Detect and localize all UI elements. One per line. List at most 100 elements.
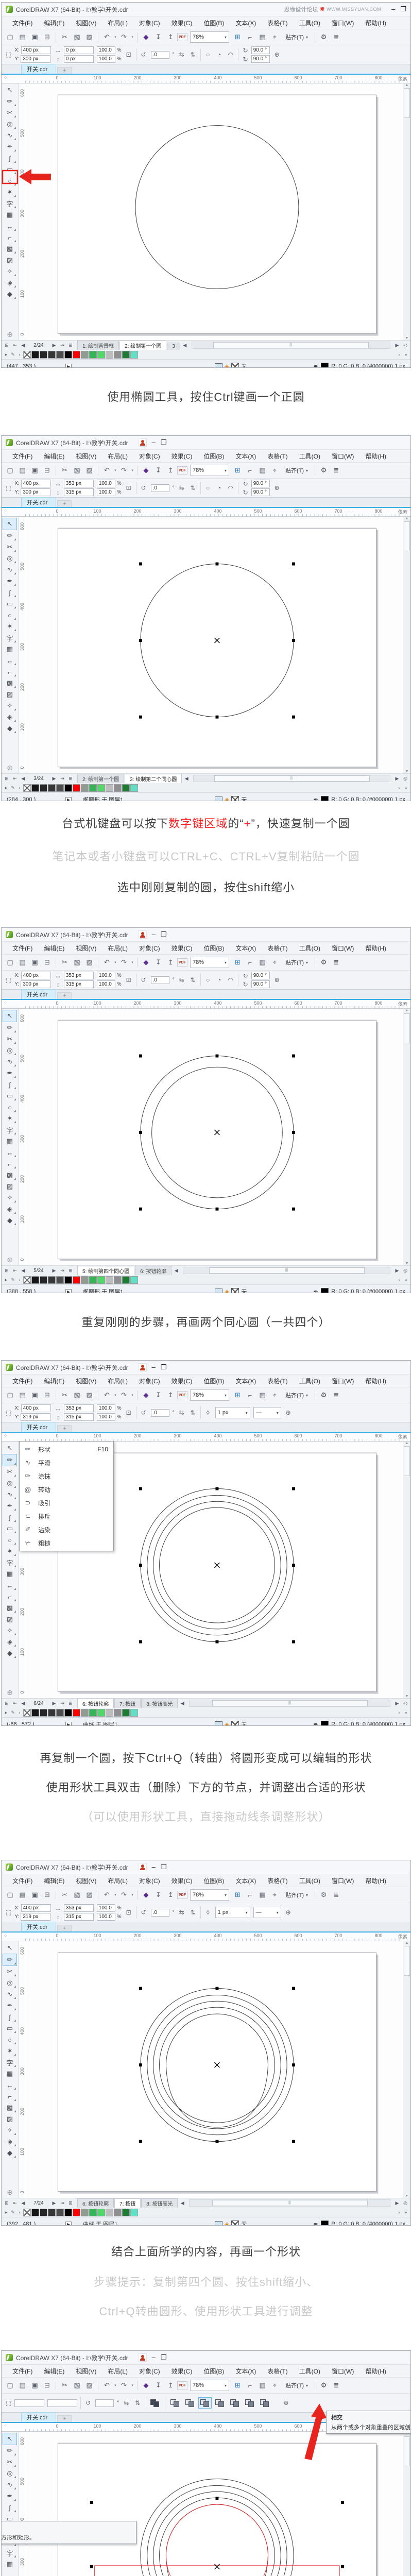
more-options-icon[interactable]: ⊕ <box>273 51 281 58</box>
arc-mode-icon[interactable]: ◠ <box>227 484 235 492</box>
smart-fill-tool[interactable]: ◈ <box>3 711 16 723</box>
color-swatch-none[interactable] <box>23 2208 31 2216</box>
show-rulers-icon[interactable]: ⌐ <box>244 465 256 476</box>
zoom-level-combo[interactable]: 78% ▾ <box>190 465 229 476</box>
rotation-angle-input[interactable]: .0 <box>150 484 169 492</box>
shape-tool[interactable]: ✏ <box>3 1954 17 1966</box>
flyout-menu-item[interactable]: ✃ 粗糙 <box>20 1536 113 1550</box>
color-swatch-1[interactable] <box>40 1708 47 1717</box>
color-swatch-8[interactable] <box>97 784 105 792</box>
scale-x-input[interactable]: 100.0 <box>96 480 115 487</box>
open-file-icon[interactable]: ▤ <box>16 31 28 43</box>
scroll-right-icon[interactable]: ▶ <box>393 1268 401 1274</box>
y-position-input[interactable] <box>47 2399 78 2407</box>
maximize-button[interactable]: ❐ <box>161 1863 167 1871</box>
tab-scroll-left-icon[interactable]: ◀ <box>179 1701 186 1706</box>
minimize-button[interactable]: – <box>152 1863 156 1871</box>
menu-item-8[interactable]: 表格(T) <box>262 1377 293 1385</box>
undo-icon[interactable]: ↶ <box>101 1389 113 1401</box>
copy-icon[interactable]: ▧ <box>71 1889 83 1901</box>
undo-options-icon[interactable]: ▾ <box>113 1389 117 1401</box>
color-swatch-11[interactable] <box>122 1708 130 1717</box>
customize-icon[interactable]: ≣ <box>330 465 342 476</box>
customize-icon[interactable]: ≣ <box>330 1389 342 1401</box>
zoom-to-fit-icon[interactable]: ◎ <box>402 2200 409 2206</box>
zoom-level-combo[interactable]: 78% ▾ <box>190 31 229 43</box>
snap-to-menu[interactable]: 贴齐(T) ▾ <box>281 958 312 967</box>
menu-item-2[interactable]: 视图(V) <box>70 2367 102 2376</box>
palette-scroll-left-icon[interactable]: ‹ <box>16 352 23 357</box>
undo-icon[interactable]: ↶ <box>101 2380 113 2391</box>
new-document-tab-button[interactable]: + <box>57 1425 72 1432</box>
mirror-horizontal-icon[interactable]: ⇆ <box>178 1409 186 1416</box>
undo-options-icon[interactable]: ▾ <box>113 1889 117 1901</box>
mirror-vertical-icon[interactable]: ⇅ <box>189 484 197 492</box>
open-file-icon[interactable]: ▤ <box>16 1389 28 1401</box>
maximize-button[interactable]: ❐ <box>161 439 167 446</box>
color-swatch-10[interactable] <box>114 784 122 792</box>
application-launcher-icon[interactable]: ◆ <box>140 1889 152 1901</box>
mirror-horizontal-icon[interactable]: ⇆ <box>178 51 186 58</box>
save-file-icon[interactable]: ▣ <box>29 957 41 968</box>
status-flyout-icon[interactable]: ▶ <box>65 2221 72 2225</box>
zoom-tool[interactable]: ◎ <box>3 118 16 130</box>
pie-mode-icon[interactable]: ◔ <box>215 51 224 58</box>
palette-expand-icon[interactable]: » <box>403 785 409 790</box>
add-tool-icon[interactable]: ⊕ <box>3 329 16 340</box>
user-account-icon[interactable] <box>138 438 147 447</box>
x-position-input[interactable]: 400 px <box>21 480 51 487</box>
color-swatch-4[interactable] <box>64 1276 72 1284</box>
cut-icon[interactable]: ✂ <box>59 31 71 43</box>
object-width-input[interactable]: 353 px <box>63 1404 94 1412</box>
mirror-horizontal-icon[interactable]: ⇆ <box>178 976 186 984</box>
new-document-icon[interactable]: ▢ <box>4 2380 16 2391</box>
zoom-to-fit-icon[interactable]: ◎ <box>402 776 409 782</box>
start-angle-input[interactable]: 90.0 ° <box>251 972 270 979</box>
undo-options-icon[interactable]: ▾ <box>113 2380 117 2391</box>
zoom-level-combo[interactable]: 78% ▾ <box>190 1889 229 1901</box>
menu-item-9[interactable]: 工具(O) <box>294 2367 326 2376</box>
menu-item-3[interactable]: 布局(L) <box>102 2367 133 2376</box>
minimize-button[interactable]: – <box>391 6 395 13</box>
user-account-icon[interactable] <box>138 930 147 939</box>
menu-item-7[interactable]: 文本(X) <box>230 2367 262 2376</box>
color-swatch-5[interactable] <box>73 784 80 792</box>
menu-item-7[interactable]: 文本(X) <box>230 944 262 953</box>
freehand-tool[interactable]: ∿ <box>3 130 16 141</box>
user-account-icon[interactable] <box>138 1863 147 1871</box>
options-icon[interactable]: ⚙ <box>318 2380 330 2391</box>
create-boundary-button[interactable] <box>258 2397 271 2409</box>
copy-icon[interactable]: ▧ <box>71 957 83 968</box>
cut-icon[interactable]: ✂ <box>59 465 71 476</box>
menu-item-1[interactable]: 编辑(E) <box>38 944 70 953</box>
eyedropper-icon[interactable]: ✎ <box>10 785 16 791</box>
flyout-menu-item[interactable]: @ 转动 <box>20 1483 113 1496</box>
scale-y-input[interactable]: 100.0 <box>96 980 115 988</box>
color-swatch-2[interactable] <box>48 2208 56 2216</box>
new-document-icon[interactable]: ▢ <box>4 1389 16 1401</box>
scroll-right-icon[interactable]: ▶ <box>393 776 401 782</box>
color-swatch-4[interactable] <box>64 1708 72 1717</box>
artistic-media-tool[interactable]: ✒ <box>3 575 16 587</box>
more-options-icon[interactable]: ⊕ <box>284 1909 293 1916</box>
menu-item-11[interactable]: 帮助(H) <box>359 1876 392 1885</box>
palette-expand-icon[interactable]: » <box>403 1710 409 1715</box>
color-eyedropper-tool[interactable]: ✧ <box>3 2125 16 2136</box>
color-swatch-none[interactable] <box>23 350 31 359</box>
tab-scroll-left-icon[interactable]: ◀ <box>179 2200 186 2206</box>
shape-tool[interactable]: ✏ <box>3 2445 16 2456</box>
redo-icon[interactable]: ↷ <box>118 1389 130 1401</box>
object-width-input[interactable]: 353 px <box>63 972 94 979</box>
next-page-button[interactable]: ▶ <box>50 776 58 782</box>
options-icon[interactable]: ⚙ <box>318 31 330 43</box>
first-page-button[interactable]: ⇤ <box>11 343 19 348</box>
user-account-icon[interactable] <box>138 2353 147 2362</box>
minimize-button[interactable]: – <box>152 2354 156 2361</box>
add-tool-icon[interactable]: ⊕ <box>3 1254 16 1265</box>
start-angle-input[interactable]: 90.0 ° <box>251 46 270 54</box>
color-swatch-6[interactable] <box>81 784 89 792</box>
color-swatch-9[interactable] <box>106 784 113 792</box>
application-launcher-icon[interactable]: ◆ <box>140 465 152 476</box>
prev-page-button[interactable]: ◀ <box>20 343 27 348</box>
new-document-icon[interactable]: ▢ <box>4 465 16 476</box>
